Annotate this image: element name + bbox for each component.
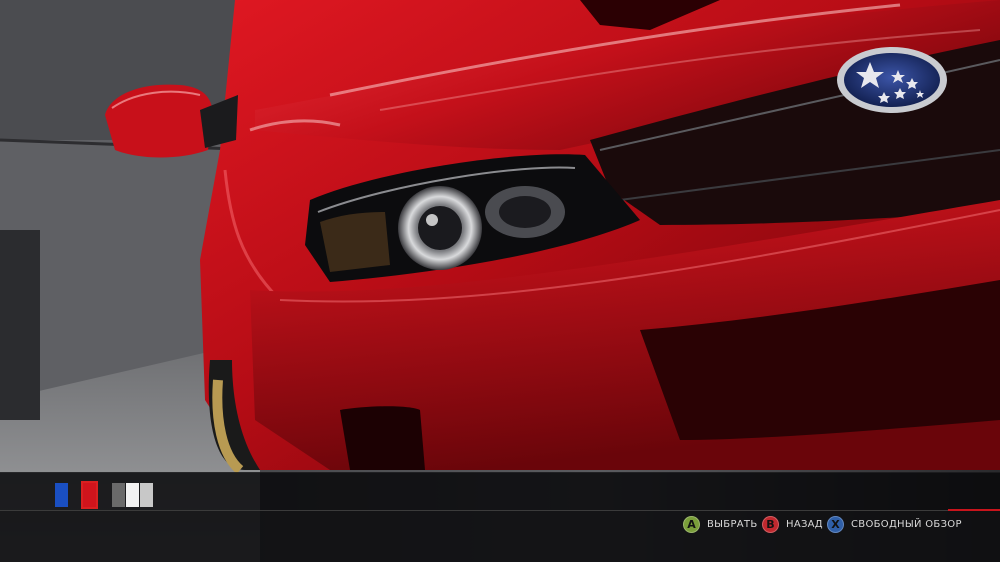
a-button-icon: A	[683, 515, 700, 533]
bottom-hud-bar: A ВЫБРАТЬ B НАЗАД X СВОБОДНЫЙ ОБЗОР	[0, 472, 1000, 562]
prompt-back-label: НАЗАД	[786, 518, 823, 530]
swatch-dark-gray[interactable]	[112, 483, 125, 507]
swatch-blue[interactable]	[55, 483, 68, 507]
prompt-free-view-label: СВОБОДНЫЙ ОБЗОР	[851, 518, 962, 530]
swatch-light-gray[interactable]	[140, 483, 153, 507]
prompt-select[interactable]: A ВЫБРАТЬ	[683, 515, 757, 533]
b-button-icon: B	[762, 515, 779, 533]
x-button-icon: X	[827, 515, 844, 533]
swatch-red-selected[interactable]	[81, 481, 98, 509]
paint-swatch-row	[0, 472, 1000, 511]
prompt-select-label: ВЫБРАТЬ	[707, 518, 758, 530]
swatch-white[interactable]	[126, 483, 139, 507]
prompt-free-view[interactable]: X СВОБОДНЫЙ ОБЗОР	[827, 515, 962, 533]
prompt-back[interactable]: B НАЗАД	[762, 515, 823, 533]
